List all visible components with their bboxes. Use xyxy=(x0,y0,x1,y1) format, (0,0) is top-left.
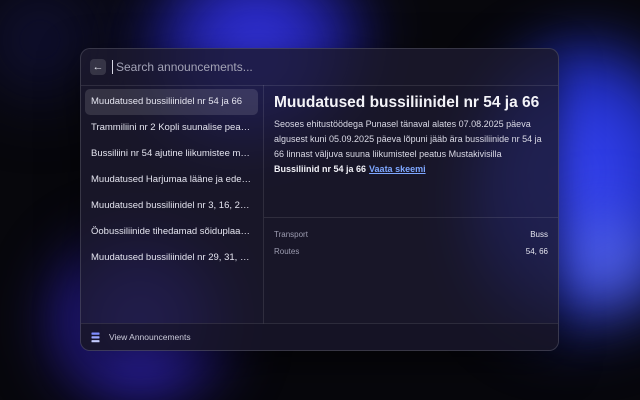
text-caret xyxy=(112,60,113,74)
search-input[interactable] xyxy=(114,56,558,78)
footer-bar: View Announcements xyxy=(81,323,558,350)
list-item[interactable]: Muudatused bussiliinidel nr 3, 16, 23 ja… xyxy=(85,193,258,219)
detail-title: Muudatused bussiliinidel nr 54 ja 66 xyxy=(274,94,540,111)
detail-body: Seoses ehitustöödega Punasel tänaval ala… xyxy=(274,119,542,159)
announcements-window: ← Muudatused bussiliinidel nr 54 ja 66 T… xyxy=(80,48,559,351)
meta-key: Transport xyxy=(274,230,308,239)
view-map-link[interactable]: Vaata skeemi xyxy=(369,164,426,174)
list-item[interactable]: Muudatused bussiliinidel nr 54 ja 66 xyxy=(85,89,258,115)
list-item[interactable]: Trammiliini nr 2 Kopli suunalise peatuse… xyxy=(85,115,258,141)
divider xyxy=(264,217,558,218)
arrow-left-icon: ← xyxy=(92,61,104,73)
announcement-list: Muudatused bussiliinidel nr 54 ja 66 Tra… xyxy=(81,85,264,324)
meta-value: Buss xyxy=(530,230,548,239)
meta-row-transport: Transport Buss xyxy=(274,228,548,242)
list-item[interactable]: Öobussiliinide tihedamad sõiduplaanid xyxy=(85,219,258,245)
back-button[interactable]: ← xyxy=(90,59,106,75)
routes-line: Bussiliinid nr 54 ja 66 Vaata skeemi xyxy=(274,162,550,176)
meta-value: 54, 66 xyxy=(525,247,548,256)
meta-row-routes: Routes 54, 66 xyxy=(274,245,548,259)
search-bar: ← xyxy=(81,49,558,86)
stack-icon xyxy=(91,332,100,342)
list-item[interactable]: Bussiliini nr 54 ajutine liikumistee muu… xyxy=(85,141,258,167)
routes-text: Bussiliinid nr 54 ja 66 xyxy=(274,164,367,174)
view-announcements-action[interactable]: View Announcements xyxy=(109,332,191,342)
meta-key: Routes xyxy=(274,247,300,256)
list-item[interactable]: Muudatused bussiliinidel nr 29, 31, 36 j… xyxy=(85,245,258,271)
list-item[interactable]: Muudatused Harjumaa lääne ja edela liini… xyxy=(85,167,258,193)
detail-pane: Muudatused bussiliinidel nr 54 ja 66 Seo… xyxy=(264,85,558,324)
